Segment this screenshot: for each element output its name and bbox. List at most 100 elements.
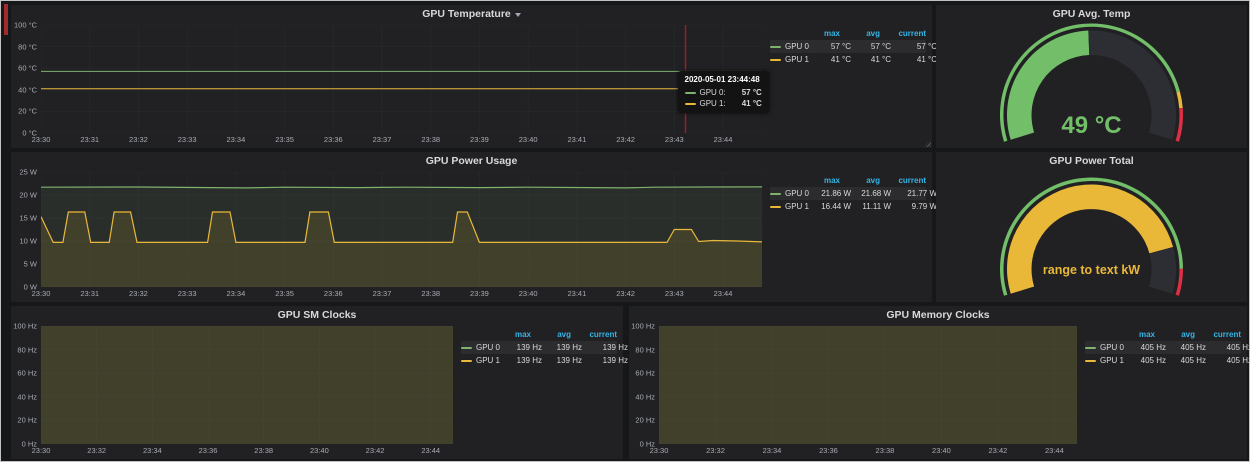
panel-header-gpu-power-total[interactable]: GPU Power Total [936, 152, 1247, 170]
legend-header-row: maxavgcurrent [770, 174, 926, 187]
tooltip-series-label: GPU 0: [700, 88, 726, 97]
x-tick-label: 23:42 [989, 446, 1008, 455]
x-tick-label: 23:36 [199, 446, 218, 455]
legend-column-header: max [1113, 330, 1155, 339]
legend-row[interactable]: GPU 1139 Hz139 Hz139 Hz [461, 354, 617, 367]
series-color-swatch-icon [685, 92, 696, 94]
y-tick-label: 40 Hz [17, 392, 37, 401]
legend-value: 405 Hz [1124, 343, 1166, 352]
legend-table: maxavgcurrentGPU 0139 Hz139 Hz139 HzGPU … [453, 326, 619, 457]
legend-row[interactable]: GPU 1405 Hz405 Hz405 Hz [1085, 354, 1241, 367]
y-tick-label: 40 °C [18, 85, 37, 94]
panel-gpu-power-total: GPU Power Total range to text kW [936, 152, 1247, 302]
legend-value: 139 Hz [582, 343, 628, 352]
legend-value: 11.11 W [851, 202, 891, 211]
legend-row[interactable]: GPU 116.44 W11.11 W9.79 W [770, 200, 926, 213]
grafana-dashboard: GPU Temperature 0 °C20 °C40 °C60 °C80 °C… [0, 0, 1250, 462]
y-axis: 0 Hz20 Hz40 Hz60 Hz80 Hz100 Hz [629, 326, 659, 457]
x-axis: 23:3023:3223:3423:3623:3823:4023:4223:44 [41, 444, 453, 457]
legend-value: 139 Hz [500, 356, 542, 365]
panel-title: GPU Temperature [422, 8, 511, 20]
x-tick-label: 23:40 [310, 446, 329, 455]
x-tick-label: 23:36 [324, 289, 343, 298]
gauge-value-text: 49 °C [1061, 112, 1121, 139]
x-tick-label: 23:42 [366, 446, 385, 455]
y-tick-label: 15 W [19, 214, 37, 223]
y-axis: 0 W5 W10 W15 W20 W25 W [11, 172, 41, 300]
x-tick-label: 23:38 [876, 446, 895, 455]
x-tick-label: 23:30 [650, 446, 669, 455]
panel-header-gpu-power-usage[interactable]: GPU Power Usage [11, 152, 932, 170]
legend-series-name: GPU 0 [461, 343, 500, 352]
panel-header-gpu-avg-temp[interactable]: GPU Avg. Temp [936, 5, 1247, 23]
alert-indicator-icon [4, 4, 8, 35]
x-tick-label: 23:30 [32, 135, 51, 144]
panel-title: GPU Avg. Temp [1053, 8, 1131, 20]
legend-value: 57 °C [851, 42, 891, 51]
y-tick-label: 20 Hz [635, 416, 655, 425]
tooltip-series-value: 57 °C [730, 88, 762, 97]
legend-value: 405 Hz [1166, 356, 1206, 365]
x-tick-label: 23:44 [1045, 446, 1064, 455]
panel-header-gpu-memory-clocks[interactable]: GPU Memory Clocks [629, 306, 1247, 324]
series-color-swatch-icon [1085, 347, 1096, 349]
legend-series-name: GPU 0 [770, 42, 809, 51]
legend-value: 405 Hz [1124, 356, 1166, 365]
y-tick-label: 25 W [19, 168, 37, 177]
x-tick-label: 23:33 [178, 289, 197, 298]
panel-gpu-sm-clocks: GPU SM Clocks 0 Hz20 Hz40 Hz60 Hz80 Hz10… [11, 306, 623, 459]
legend-value: 57 °C [809, 42, 851, 51]
x-tick-label: 23:32 [129, 289, 148, 298]
y-tick-label: 60 Hz [17, 369, 37, 378]
legend-value: 405 Hz [1166, 343, 1206, 352]
legend-row[interactable]: GPU 057 °C57 °C57 °C [770, 40, 926, 53]
legend-row[interactable]: GPU 0405 Hz405 Hz405 Hz [1085, 341, 1241, 354]
series-color-swatch-icon [770, 206, 781, 208]
legend-table: maxavgcurrentGPU 0405 Hz405 Hz405 HzGPU … [1077, 326, 1243, 457]
legend-series-name: GPU 0 [770, 189, 809, 198]
x-tick-label: 23:40 [932, 446, 951, 455]
legend-row[interactable]: GPU 141 °C41 °C41 °C [770, 53, 926, 66]
legend-value: 16.44 W [809, 202, 851, 211]
y-tick-label: 40 Hz [635, 392, 655, 401]
tooltip-series-value: 41 °C [730, 99, 762, 108]
y-tick-label: 60 °C [18, 64, 37, 73]
tooltip-series-label: GPU 1: [700, 99, 726, 108]
chart-tooltip: 2020-05-01 23:44:48GPU 0:57 °CGPU 1:41 °… [678, 71, 769, 113]
legend-series-name: GPU 1 [770, 55, 809, 64]
legend-column-header: current [880, 29, 926, 38]
plot-area [41, 172, 762, 287]
x-tick-label: 23:30 [32, 289, 51, 298]
x-axis: 23:3023:3123:3223:3323:3423:3523:3623:37… [41, 133, 762, 146]
panel-header-gpu-sm-clocks[interactable]: GPU SM Clocks [11, 306, 623, 324]
x-tick-label: 23:34 [226, 289, 245, 298]
panel-header-gpu-temperature[interactable]: GPU Temperature [11, 5, 932, 23]
chevron-down-icon [515, 13, 521, 17]
legend-row[interactable]: GPU 021.86 W21.68 W21.77 W [770, 187, 926, 200]
x-tick-label: 23:34 [143, 446, 162, 455]
x-tick-label: 23:44 [714, 289, 733, 298]
legend-value: 21.86 W [809, 189, 851, 198]
panel-title: GPU Power Usage [426, 155, 518, 167]
x-tick-label: 23:37 [373, 135, 392, 144]
x-axis: 23:3023:3223:3423:3623:3823:4023:4223:44 [659, 444, 1077, 457]
x-tick-label: 23:42 [616, 289, 635, 298]
y-tick-label: 80 °C [18, 42, 37, 51]
y-tick-label: 80 Hz [17, 345, 37, 354]
legend-column-header: max [798, 176, 840, 185]
x-tick-label: 23:43 [665, 289, 684, 298]
legend-column-header: avg [531, 330, 571, 339]
legend-table: maxavgcurrentGPU 057 °C57 °C57 °CGPU 141… [762, 25, 928, 146]
legend-row[interactable]: GPU 0139 Hz139 Hz139 Hz [461, 341, 617, 354]
x-tick-label: 23:38 [254, 446, 273, 455]
y-tick-label: 10 W [19, 237, 37, 246]
y-tick-label: 60 Hz [635, 369, 655, 378]
legend-value: 139 Hz [542, 356, 582, 365]
legend-value: 139 Hz [582, 356, 628, 365]
plot-area [659, 326, 1077, 444]
x-tick-label: 23:33 [178, 135, 197, 144]
legend-column-header: max [489, 330, 531, 339]
plot-area [41, 326, 453, 444]
x-tick-label: 23:30 [32, 446, 51, 455]
legend-header-row: maxavgcurrent [770, 27, 926, 40]
